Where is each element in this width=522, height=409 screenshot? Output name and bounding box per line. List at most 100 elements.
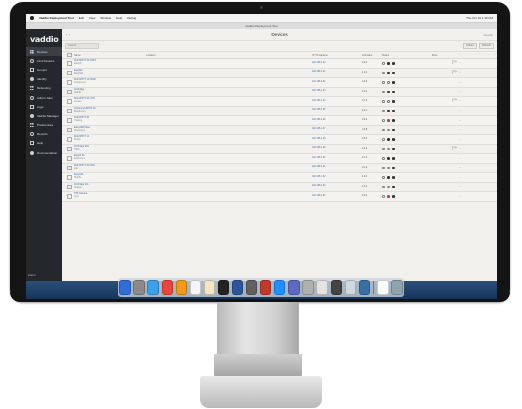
more-options-icon[interactable]: ⋯ bbox=[459, 195, 461, 198]
table-row[interactable]: ConferenceSHOT AV Boardroom 192.168.1.25 2.… bbox=[62, 107, 497, 116]
device-ip-link[interactable]: 192.168.1.30 bbox=[312, 157, 362, 160]
row-checkbox[interactable] bbox=[67, 127, 72, 132]
device-page-link[interactable]: Page 3 bbox=[452, 99, 459, 103]
sidebar-item-help[interactable]: Help bbox=[26, 139, 62, 148]
row-checkbox[interactable] bbox=[67, 165, 72, 170]
sidebar-item-documentation[interactable]: Documentation bbox=[26, 148, 62, 157]
device-ip-link[interactable]: 192.168.1.34 bbox=[312, 195, 362, 198]
menubar-item-window[interactable]: Window bbox=[100, 16, 111, 20]
column-location[interactable]: Location bbox=[146, 54, 312, 57]
table-row[interactable]: RoboSHOT 12 HDMI Conference 192.168.1.22 2.… bbox=[62, 78, 497, 88]
refresh-button[interactable]: Refresh bbox=[479, 43, 494, 49]
column-ip[interactable]: IP / Hostname bbox=[312, 54, 362, 57]
app-store-icon[interactable] bbox=[274, 280, 286, 295]
more-options-icon[interactable]: ⋯ bbox=[459, 71, 461, 75]
more-options-icon[interactable]: ⋯ bbox=[459, 147, 461, 151]
more-options-icon[interactable]: ⋯ bbox=[459, 109, 461, 112]
more-options-icon[interactable]: ⋯ bbox=[459, 138, 461, 141]
device-page-link[interactable]: Page 4 bbox=[452, 61, 459, 65]
row-checkbox[interactable] bbox=[67, 118, 72, 123]
search-input[interactable]: Search bbox=[65, 43, 99, 49]
device-page-link[interactable]: Page 4 bbox=[452, 147, 459, 151]
sidebar-item-admin-jobs[interactable]: Admin Jobs bbox=[26, 93, 62, 102]
chrome-icon[interactable] bbox=[161, 280, 173, 295]
row-checkbox[interactable] bbox=[67, 184, 72, 189]
select-all-checkbox[interactable] bbox=[67, 52, 72, 58]
document-icon[interactable] bbox=[377, 280, 389, 295]
sidebar-item-rebooting[interactable]: Rebooting bbox=[26, 84, 62, 93]
row-checkbox[interactable] bbox=[67, 108, 72, 113]
preferences-icon[interactable] bbox=[246, 280, 258, 295]
quicktime-icon[interactable] bbox=[358, 280, 370, 295]
device-ip-link[interactable]: 192.168.1.25 bbox=[312, 109, 362, 112]
device-ip-link[interactable]: 192.168.1.33 bbox=[312, 185, 362, 188]
trash-icon[interactable] bbox=[391, 280, 403, 295]
device-page-link[interactable]: Page 4 bbox=[452, 71, 459, 75]
menubar-item-view[interactable]: View bbox=[89, 16, 95, 20]
photos-icon[interactable] bbox=[288, 280, 300, 295]
device-ip-link[interactable]: 192.168.1.28 bbox=[312, 138, 362, 141]
table-row[interactable]: PTZ Camera Gym 192.168.1.34 2.0.3 ⋯ bbox=[62, 192, 497, 202]
textedit-icon[interactable] bbox=[316, 280, 328, 295]
device-ip-link[interactable]: 192.168.1.26 bbox=[312, 119, 362, 122]
row-checkbox[interactable] bbox=[67, 137, 72, 142]
device-ip-link[interactable]: 192.168.1.20 bbox=[312, 62, 362, 65]
sidebar-item-reports[interactable]: Reports bbox=[26, 130, 62, 139]
row-checkbox[interactable] bbox=[67, 70, 72, 75]
table-row[interactable]: RoboSHOT 30 Training 192.168.1.26 2.0.3 ⋯ bbox=[62, 116, 497, 126]
device-ip-link[interactable]: 192.168.1.24 bbox=[312, 100, 362, 103]
safari-icon[interactable] bbox=[147, 280, 159, 295]
sidebar-item-groups[interactable]: Groups bbox=[26, 65, 62, 74]
table-row[interactable]: RoboSHOT 40 UHD Lecture 192.168.1.24 3.1.0 P… bbox=[62, 97, 497, 107]
network-icon[interactable] bbox=[344, 280, 356, 295]
column-name[interactable]: Name bbox=[74, 54, 146, 57]
row-checkbox[interactable] bbox=[67, 99, 72, 104]
more-options-icon[interactable]: ⋯ bbox=[459, 176, 461, 179]
table-row[interactable]: AV Bridge Huddle 192.168.1.23 1.4.2 ⋯ bbox=[62, 88, 497, 97]
menubar-clock[interactable]: Thu Oct 10 1:39 PM bbox=[466, 16, 493, 20]
row-checkbox[interactable] bbox=[67, 146, 72, 151]
menubar-item-debug[interactable]: Debug bbox=[127, 16, 136, 20]
sidebar-item-devices[interactable]: Devices bbox=[26, 47, 62, 57]
device-ip-link[interactable]: 192.168.1.27 bbox=[312, 128, 362, 131]
device-ip-link[interactable]: 192.168.1.31 bbox=[312, 166, 362, 169]
table-row[interactable]: AV Bridge Mini Office 192.168.1.29 1.4.2 Pag… bbox=[62, 145, 497, 154]
finder-icon[interactable] bbox=[119, 280, 131, 295]
more-options-icon[interactable]: ⋯ bbox=[459, 61, 461, 65]
device-ip-link[interactable]: 192.168.1.21 bbox=[312, 71, 362, 74]
vaddio-app-icon[interactable] bbox=[330, 280, 342, 295]
more-options-icon[interactable]: ⋯ bbox=[459, 90, 461, 93]
menubar-item-help[interactable]: Help bbox=[116, 16, 122, 20]
more-options-icon[interactable]: ⋯ bbox=[459, 128, 461, 131]
table-row[interactable]: RoboSHOT 30 HDBT EasyIP 192.168.1.20 2.0.3 P… bbox=[62, 59, 497, 69]
row-checkbox[interactable] bbox=[67, 89, 72, 94]
terminal-icon[interactable] bbox=[217, 280, 230, 295]
actions-button[interactable]: Actions bbox=[463, 43, 478, 49]
more-options-icon[interactable]: ⋯ bbox=[459, 157, 461, 160]
row-checkbox[interactable] bbox=[67, 61, 72, 66]
column-status[interactable]: Status bbox=[382, 54, 432, 57]
row-checkbox[interactable] bbox=[67, 194, 72, 199]
music-icon[interactable] bbox=[260, 280, 272, 295]
sidebar-item-identify[interactable]: Identify bbox=[26, 75, 62, 84]
more-options-icon[interactable]: ⋯ bbox=[459, 119, 461, 122]
device-ip-link[interactable]: 192.168.1.29 bbox=[312, 147, 362, 150]
table-row[interactable]: AV Bridge 2x1 Chapel 192.168.1.33 1.4.2 ⋯ bbox=[62, 183, 497, 192]
table-row[interactable]: RoboSHOT 20 UHD Lab 192.168.1.31 3.1.0 ⋯ bbox=[62, 164, 497, 173]
launchpad-icon[interactable] bbox=[133, 280, 145, 295]
table-row[interactable]: RoboSHOT 12 Studio 192.168.1.28 2.0.3 ⋯ bbox=[62, 135, 497, 145]
more-options-icon[interactable]: ⋯ bbox=[459, 99, 461, 103]
sidebar-item-logs[interactable]: Logs bbox=[26, 102, 62, 111]
menubar-item-edit[interactable]: Edit bbox=[79, 16, 84, 20]
menubar-app-name[interactable]: Vaddio Deployment Tool bbox=[39, 16, 74, 20]
row-checkbox[interactable] bbox=[67, 175, 72, 180]
preview-icon[interactable] bbox=[302, 280, 314, 295]
firefox-icon[interactable] bbox=[175, 280, 187, 295]
row-checkbox[interactable] bbox=[67, 156, 72, 161]
row-checkbox[interactable] bbox=[67, 80, 72, 85]
more-options-icon[interactable]: ⋯ bbox=[459, 166, 461, 169]
more-options-icon[interactable]: ⋯ bbox=[459, 81, 461, 84]
column-firmware[interactable]: Firmware bbox=[362, 54, 382, 57]
calendar-icon[interactable] bbox=[189, 280, 202, 295]
table-row[interactable]: EasyMix EasyTalk 192.168.1.21 1.2.0 Page 4 ⋯ bbox=[62, 69, 497, 78]
